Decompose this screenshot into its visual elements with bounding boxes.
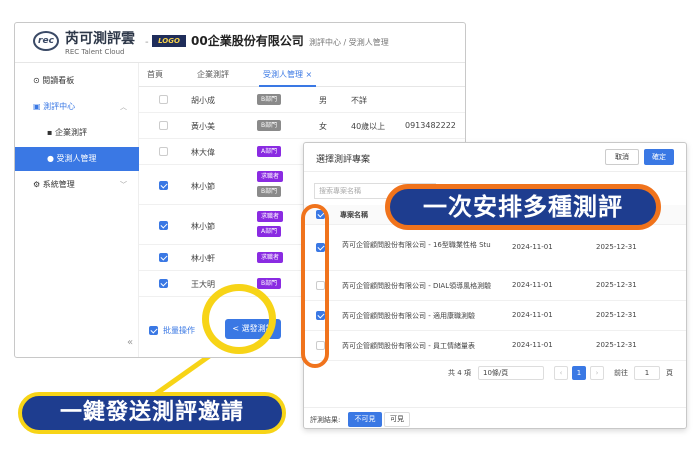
tab-examinee-management[interactable]: 受測人管理 × (259, 63, 317, 87)
brand-logo: rec (33, 31, 59, 51)
visibility-visible-option[interactable]: 可見 (384, 412, 410, 427)
row-checkbox[interactable] (159, 121, 168, 130)
chevron-up-icon: ︿ (120, 103, 127, 111)
project-row[interactable]: 芮可企管顧問股份有限公司 - 員工情緒量表 2024-11-01 2025-12… (304, 331, 686, 361)
row-checkbox[interactable] (159, 253, 168, 262)
prev-page-button[interactable]: ‹ (554, 366, 568, 380)
visibility-hidden-option[interactable]: 不可見 (348, 412, 382, 427)
dept-tag: B部門 (257, 94, 282, 105)
sidebar-item-enterprise-assessment[interactable]: ▪ 企業測評 (15, 121, 139, 145)
cancel-button[interactable]: 取消 (605, 149, 639, 165)
select-all-checkbox[interactable] (149, 326, 158, 335)
bulk-operations-link[interactable]: 批量操作 (163, 325, 195, 336)
dept-tag: B部門 (257, 278, 282, 289)
brand-subtitle: REC Talent Cloud (65, 48, 125, 56)
sidebar: ⊙ 閱讀看板 ▣ 測評中心 ︿ ▪ 企業測評 ● 受測人管理 ⚙ 系統管理 ﹀ (15, 63, 139, 357)
chevron-down-icon: ﹀ (120, 181, 127, 189)
sidebar-collapse-button[interactable]: « (127, 337, 133, 348)
highlight-ring-yellow (202, 284, 276, 354)
next-page-button[interactable]: › (590, 366, 604, 380)
project-row[interactable]: 芮可企管顧問股份有限公司 - 16型職業性格 Stu 2024-11-01 20… (304, 225, 686, 271)
assessment-icon: ▣ (33, 102, 44, 111)
company-logo: LOGO (152, 35, 186, 47)
row-checkbox[interactable] (159, 181, 168, 190)
sidebar-item-assessment-center[interactable]: ▣ 測評中心 ︿ (15, 95, 139, 119)
clipboard-icon: ▪ (47, 128, 55, 137)
sidebar-item-examinee-management[interactable]: ● 受測人管理 (15, 147, 139, 171)
page-unit: 頁 (666, 369, 673, 377)
tab-enterprise-assessment[interactable]: 企業測評 (197, 63, 229, 87)
project-row[interactable]: 芮可企管顧問股份有限公司 - DIAL領導風格測驗 2024-11-01 202… (304, 271, 686, 301)
row-checkbox[interactable] (159, 279, 168, 288)
sidebar-item-dashboard[interactable]: ⊙ 閱讀看板 (15, 69, 139, 93)
app-header: rec 芮可測評雲 REC Talent Cloud - LOGO 00企業股份… (15, 23, 465, 63)
brand-name: 芮可測評雲 (65, 31, 135, 47)
candidate-tag: 求職者 (257, 171, 284, 182)
dialog-title: 選擇測評專案 (316, 155, 371, 165)
dept-tag: B部門 (257, 120, 282, 131)
dept-tag: B部門 (257, 186, 282, 197)
highlight-ring-orange (301, 204, 329, 368)
tab-bar: 首頁 企業測評 受測人管理 × (139, 63, 465, 87)
page-number[interactable]: 1 (572, 366, 586, 380)
callout-multi-assessment: 一次安排多種測評 (385, 184, 661, 230)
settings-icon: ⚙ (33, 180, 43, 189)
company-name: 00企業股份有限公司 (191, 34, 304, 48)
dashboard-icon: ⊙ (33, 76, 43, 85)
confirm-button[interactable]: 確定 (644, 149, 674, 165)
row-checkbox[interactable] (159, 147, 168, 156)
table-row[interactable]: 胡小成 B部門 男 不詳 (139, 87, 465, 113)
project-row[interactable]: 芮可企管顧問股份有限公司 - 適用康職測驗 2024-11-01 2025-12… (304, 301, 686, 331)
user-icon: ● (47, 154, 57, 163)
dept-tag: A部門 (257, 146, 282, 157)
breadcrumb: 測評中心 / 受測人管理 (309, 38, 389, 47)
total-count: 共 4 項 (448, 369, 471, 377)
page-size-select[interactable]: 10條/頁 (478, 366, 544, 380)
tab-home[interactable]: 首頁 (147, 63, 163, 87)
candidate-tag: 求職者 (257, 252, 284, 263)
sidebar-item-system-management[interactable]: ⚙ 系統管理 ﹀ (15, 173, 139, 197)
row-checkbox[interactable] (159, 221, 168, 230)
dept-tag: A部門 (257, 226, 282, 237)
visibility-row: 評測結果: 不可見 可見 (304, 407, 686, 428)
table-row[interactable]: 黃小美 B部門 女 40歲以上 0913482222 (139, 113, 465, 139)
candidate-tag: 求職者 (257, 211, 284, 222)
goto-page-input[interactable]: 1 (634, 366, 660, 380)
callout-one-click-send: 一鍵發送測評邀請 (18, 392, 286, 434)
goto-label: 前往 (614, 369, 628, 377)
row-checkbox[interactable] (159, 95, 168, 104)
